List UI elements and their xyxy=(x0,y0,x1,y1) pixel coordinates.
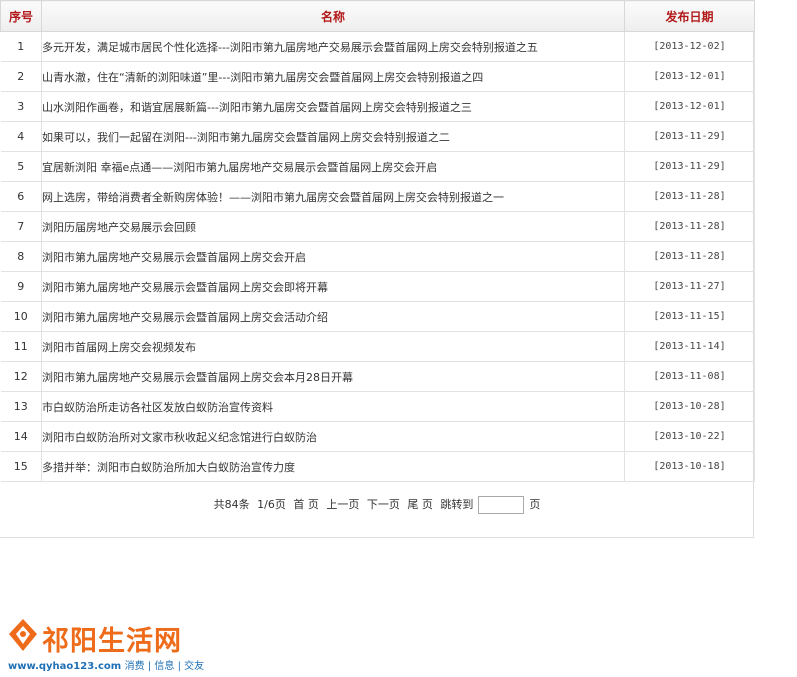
news-title-link[interactable]: 多措并举：浏阳市白蚁防治所加大白蚁防治宣传力度 xyxy=(42,461,295,474)
row-name-cell: 如果可以，我们一起留在浏阳---浏阳市第九届房交会暨首届网上房交会特别报道之二 xyxy=(41,121,625,152)
logo-text: 祁阳生活网 xyxy=(42,626,182,657)
news-title-link[interactable]: 浏阳市第九届房地产交易展示会暨首届网上房交会即将开幕 xyxy=(42,281,328,294)
logo-flame-icon xyxy=(9,619,37,651)
row-name-cell: 多元开发，满足城市居民个性化选择---浏阳市第九届房地产交易展示会暨首届网上房交… xyxy=(41,31,625,62)
row-date: [2013-10-18] xyxy=(624,451,755,482)
news-title-link[interactable]: 山青水澈，住在“清新的浏阳味道”里---浏阳市第九届房交会暨首届网上房交会特别报… xyxy=(42,71,483,84)
row-index: 13 xyxy=(0,391,42,422)
row-date: [2013-11-29] xyxy=(624,151,755,182)
row-name-cell: 浏阳市第九届房地产交易展示会暨首届网上房交会活动介绍 xyxy=(41,301,625,332)
row-index: 11 xyxy=(0,331,42,362)
news-title-link[interactable]: 如果可以，我们一起留在浏阳---浏阳市第九届房交会暨首届网上房交会特别报道之二 xyxy=(42,131,450,144)
row-name-cell: 浏阳历届房地产交易展示会回顾 xyxy=(41,211,625,242)
table-row: 2 山青水澈，住在“清新的浏阳味道”里---浏阳市第九届房交会暨首届网上房交会特别… xyxy=(0,61,755,92)
row-date: [2013-11-28] xyxy=(624,181,755,212)
logo-url: www.qyhao123.com 消费 | 信息 | 交友 xyxy=(8,657,204,672)
row-date: [2013-12-01] xyxy=(624,91,755,122)
row-index: 7 xyxy=(0,211,42,242)
table-row: 6 网上选房，带给消费者全新购房体验！——浏阳市第九届房交会暨首届网上房交会特别报… xyxy=(0,181,755,212)
table-header-row: 序号 名称 发布日期 xyxy=(0,0,755,32)
pagination: 共84条 1/6页 首 页 上一页 下一页 尾 页 跳转到 页 xyxy=(0,496,754,514)
row-index: 12 xyxy=(0,361,42,392)
news-title-link[interactable]: 宜居新浏阳 幸福e点通——浏阳市第九届房地产交易展示会暨首届网上房交会开启 xyxy=(42,161,437,174)
news-title-link[interactable]: 浏阳市第九届房地产交易展示会暨首届网上房交会开启 xyxy=(42,251,306,264)
row-index: 2 xyxy=(0,61,42,92)
column-header-index: 序号 xyxy=(0,0,42,32)
table-row: 10 浏阳市第九届房地产交易展示会暨首届网上房交会活动介绍 [2013-11-15] xyxy=(0,301,755,332)
row-name-cell: 山水浏阳作画卷，和谐宜居展新篇---浏阳市第九届房交会暨首届网上房交会特别报道之… xyxy=(41,91,625,122)
table-row: 15 多措并举：浏阳市白蚁防治所加大白蚁防治宣传力度 [2013-10-18] xyxy=(0,451,755,482)
logo-url-text: www.qyhao123.com xyxy=(8,661,122,672)
row-index: 15 xyxy=(0,451,42,482)
news-title-link[interactable]: 浏阳历届房地产交易展示会回顾 xyxy=(42,221,196,234)
row-name-cell: 市白蚁防治所走访各社区发放白蚁防治宣传资料 xyxy=(41,391,625,422)
table-row: 9 浏阳市第九届房地产交易展示会暨首届网上房交会即将开幕 [2013-11-27] xyxy=(0,271,755,302)
table-row: 13 市白蚁防治所走访各社区发放白蚁防治宣传资料 [2013-10-28] xyxy=(0,391,755,422)
news-title-link[interactable]: 网上选房，带给消费者全新购房体验！——浏阳市第九届房交会暨首届网上房交会特别报道… xyxy=(42,191,504,204)
table-row: 14 浏阳市白蚁防治所对文家市秋收起义纪念馆进行白蚁防治 [2013-10-22] xyxy=(0,421,755,452)
row-index: 8 xyxy=(0,241,42,272)
news-title-link[interactable]: 浏阳市白蚁防治所对文家市秋收起义纪念馆进行白蚁防治 xyxy=(42,431,317,444)
table-row: 11 浏阳市首届网上房交会视频发布 [2013-11-14] xyxy=(0,331,755,362)
news-title-link[interactable]: 山水浏阳作画卷，和谐宜居展新篇---浏阳市第九届房交会暨首届网上房交会特别报道之… xyxy=(42,101,472,114)
column-header-date: 发布日期 xyxy=(624,0,755,32)
table-row: 3 山水浏阳作画卷，和谐宜居展新篇---浏阳市第九届房交会暨首届网上房交会特别报道… xyxy=(0,91,755,122)
row-date: [2013-11-28] xyxy=(624,241,755,272)
row-date: [2013-11-28] xyxy=(624,211,755,242)
row-index: 10 xyxy=(0,301,42,332)
row-date: [2013-12-02] xyxy=(624,31,755,62)
total-count: 共84条 xyxy=(213,498,250,511)
logo-tags: 消费 | 信息 | 交友 xyxy=(124,661,205,672)
jump-unit-label: 页 xyxy=(529,498,541,511)
row-index: 9 xyxy=(0,271,42,302)
row-index: 5 xyxy=(0,151,42,182)
row-index: 6 xyxy=(0,181,42,212)
row-date: [2013-11-29] xyxy=(624,121,755,152)
row-name-cell: 网上选房，带给消费者全新购房体验！——浏阳市第九届房交会暨首届网上房交会特别报道… xyxy=(41,181,625,212)
table-row: 8 浏阳市第九届房地产交易展示会暨首届网上房交会开启 [2013-11-28] xyxy=(0,241,755,272)
row-index: 3 xyxy=(0,91,42,122)
news-title-link[interactable]: 浏阳市第九届房地产交易展示会暨首届网上房交会本月28日开幕 xyxy=(42,371,353,384)
row-name-cell: 宜居新浏阳 幸福e点通——浏阳市第九届房地产交易展示会暨首届网上房交会开启 xyxy=(41,151,625,182)
table-row: 5 宜居新浏阳 幸福e点通——浏阳市第九届房地产交易展示会暨首届网上房交会开启 [2… xyxy=(0,151,755,182)
site-logo[interactable]: 祁阳生活网 www.qyhao123.com 消费 | 信息 | 交友 xyxy=(6,617,206,672)
row-date: [2013-11-14] xyxy=(624,331,755,362)
row-date: [2013-11-15] xyxy=(624,301,755,332)
row-date: [2013-11-27] xyxy=(624,271,755,302)
row-name-cell: 多措并举：浏阳市白蚁防治所加大白蚁防治宣传力度 xyxy=(41,451,625,482)
row-date: [2013-12-01] xyxy=(624,61,755,92)
last-page-link[interactable]: 尾 页 xyxy=(407,498,433,511)
table-row: 7 浏阳历届房地产交易展示会回顾 [2013-11-28] xyxy=(0,211,755,242)
news-list-panel: 序号 名称 发布日期 1 多元开发，满足城市居民个性化选择---浏阳市第九届房地产… xyxy=(0,0,755,538)
table-row: 4 如果可以，我们一起留在浏阳---浏阳市第九届房交会暨首届网上房交会特别报道之二… xyxy=(0,121,755,152)
table-row: 1 多元开发，满足城市居民个性化选择---浏阳市第九届房地产交易展示会暨首届网上房… xyxy=(0,31,755,62)
news-title-link[interactable]: 浏阳市第九届房地产交易展示会暨首届网上房交会活动介绍 xyxy=(42,311,328,324)
news-table: 序号 名称 发布日期 1 多元开发，满足城市居民个性化选择---浏阳市第九届房地产… xyxy=(0,0,755,482)
news-title-link[interactable]: 浏阳市首届网上房交会视频发布 xyxy=(42,341,196,354)
news-title-link[interactable]: 多元开发，满足城市居民个性化选择---浏阳市第九届房地产交易展示会暨首届网上房交… xyxy=(42,41,538,54)
row-name-cell: 浏阳市首届网上房交会视频发布 xyxy=(41,331,625,362)
row-date: [2013-10-28] xyxy=(624,391,755,422)
next-page-link[interactable]: 下一页 xyxy=(367,498,400,511)
row-index: 1 xyxy=(0,31,42,62)
table-row: 12 浏阳市第九届房地产交易展示会暨首届网上房交会本月28日开幕 [2013-11-… xyxy=(0,361,755,392)
row-name-cell: 浏阳市第九届房地产交易展示会暨首届网上房交会即将开幕 xyxy=(41,271,625,302)
row-name-cell: 山青水澈，住在“清新的浏阳味道”里---浏阳市第九届房交会暨首届网上房交会特别报… xyxy=(41,61,625,92)
news-title-link[interactable]: 市白蚁防治所走访各社区发放白蚁防治宣传资料 xyxy=(42,401,273,414)
first-page-link[interactable]: 首 页 xyxy=(293,498,319,511)
row-index: 14 xyxy=(0,421,42,452)
row-date: [2013-10-22] xyxy=(624,421,755,452)
row-index: 4 xyxy=(0,121,42,152)
row-name-cell: 浏阳市白蚁防治所对文家市秋收起义纪念馆进行白蚁防治 xyxy=(41,421,625,452)
column-header-name: 名称 xyxy=(41,0,625,32)
prev-page-link[interactable]: 上一页 xyxy=(326,498,359,511)
row-date: [2013-11-08] xyxy=(624,361,755,392)
row-name-cell: 浏阳市第九届房地产交易展示会暨首届网上房交会开启 xyxy=(41,241,625,272)
row-name-cell: 浏阳市第九届房地产交易展示会暨首届网上房交会本月28日开幕 xyxy=(41,361,625,392)
page-indicator: 1/6页 xyxy=(257,498,286,511)
jump-label: 跳转到 xyxy=(440,498,474,511)
page-jump-input[interactable] xyxy=(478,496,525,514)
